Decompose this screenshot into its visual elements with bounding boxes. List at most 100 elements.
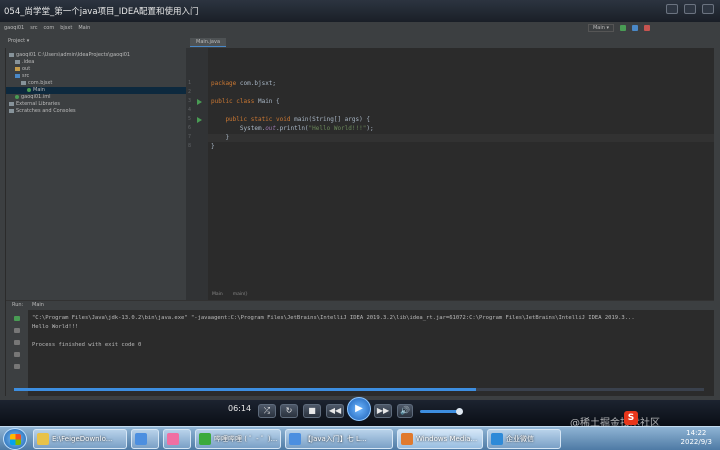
tree-item-label: Main bbox=[33, 87, 45, 93]
mute-button[interactable]: 🔊 bbox=[397, 404, 413, 418]
code-editor[interactable]: 1 2 3 4 5 6 7 8 package com.bjsxt; public class … bbox=[186, 48, 714, 300]
app-icon bbox=[135, 433, 147, 445]
code-line: } bbox=[211, 143, 215, 150]
stop-button[interactable]: ■ bbox=[303, 404, 321, 418]
settings-icon[interactable] bbox=[14, 364, 20, 369]
right-tool-strip bbox=[714, 48, 720, 398]
taskbar-item[interactable]: 哔哩哔哩 ( ゜- ゜)... bbox=[195, 429, 281, 449]
clock-date: 2022/9/3 bbox=[680, 438, 712, 446]
app-icon bbox=[401, 433, 413, 445]
debug-icon[interactable] bbox=[632, 25, 638, 31]
taskbar-item[interactable] bbox=[163, 429, 191, 449]
app-icon bbox=[491, 433, 503, 445]
volume-knob[interactable] bbox=[456, 408, 463, 415]
player-title-bar: 054_尚学堂_第一个java项目_IDEA配置和使用入门 bbox=[0, 0, 720, 22]
tree-item[interactable]: com.bjsxt bbox=[6, 80, 52, 87]
video-title: 054_尚学堂_第一个java项目_IDEA配置和使用入门 bbox=[4, 7, 199, 17]
console-line: "C:\Program Files\Java\jdk-13.0.2\bin\ja… bbox=[32, 315, 635, 321]
run-panel: Run: Main "C:\Program Files\Java\jdk-13.… bbox=[6, 300, 714, 397]
folder-icon bbox=[15, 59, 20, 64]
code-line: System.out.println("Hello World!!!"); bbox=[211, 125, 374, 132]
tree-item[interactable]: gaoqi01 C:\Users\admin\IdeaProjects\gaoq… bbox=[6, 52, 130, 59]
code-line: } bbox=[211, 134, 230, 141]
editor-breadcrumb: Main main() bbox=[212, 292, 248, 297]
tree-item[interactable]: src bbox=[6, 73, 29, 80]
tree-item-label: com.bjsxt bbox=[28, 80, 53, 86]
run-config-select[interactable]: Main ▾ bbox=[587, 24, 614, 32]
rerun-icon[interactable] bbox=[14, 316, 20, 321]
tree-item[interactable]: Main bbox=[6, 87, 186, 94]
app-icon bbox=[199, 433, 211, 445]
taskbar-item-label: 企业微信 bbox=[506, 435, 534, 443]
project-panel-header[interactable]: Project ▾ bbox=[8, 38, 29, 44]
app-icon bbox=[289, 433, 301, 445]
volume-slider[interactable] bbox=[420, 408, 463, 415]
editor-crumb-item[interactable]: Main bbox=[212, 292, 223, 297]
run-icon[interactable] bbox=[620, 25, 626, 31]
tree-item[interactable]: .idea bbox=[6, 59, 34, 66]
run-gutter-icon[interactable] bbox=[197, 117, 202, 123]
project-tree: gaoqi01 C:\Users\admin\IdeaProjects\gaoq… bbox=[6, 48, 186, 300]
console-line: Process finished with exit code 0 bbox=[32, 342, 142, 348]
taskbar-item-label: 哔哩哔哩 ( ゜- ゜)... bbox=[214, 435, 278, 443]
ime-icon[interactable]: S bbox=[624, 411, 638, 425]
app-icon bbox=[37, 433, 49, 445]
pause-icon[interactable] bbox=[14, 340, 20, 345]
tab-main-java[interactable]: Main.java bbox=[190, 38, 227, 47]
line-number: 4 bbox=[188, 107, 192, 113]
breadcrumb-item[interactable]: com bbox=[44, 25, 55, 31]
console-line: Hello World!!! bbox=[32, 324, 79, 330]
breadcrumb-item[interactable]: bjsxt bbox=[60, 25, 72, 31]
folder-icon bbox=[9, 101, 14, 106]
tree-item[interactable]: External Libraries bbox=[6, 101, 60, 108]
line-number: 8 bbox=[188, 143, 192, 149]
minimize-button[interactable] bbox=[666, 4, 678, 14]
start-button[interactable] bbox=[3, 428, 27, 450]
current-line-highlight bbox=[208, 134, 714, 142]
system-tray: 14:22 2022/9/3 bbox=[590, 427, 720, 450]
taskbar-item[interactable] bbox=[131, 429, 159, 449]
taskbar: E:\FeigeDownlo... 哔哩哔哩 ( ゜- ゜)... 【Java入门】… bbox=[0, 426, 720, 450]
run-label: Run: bbox=[12, 302, 24, 308]
taskbar-item[interactable]: Windows Media... bbox=[397, 429, 483, 449]
tree-item[interactable]: out bbox=[6, 66, 30, 73]
breadcrumb-item[interactable]: Main bbox=[78, 25, 90, 31]
tree-item[interactable]: Scratches and Consoles bbox=[6, 108, 76, 115]
previous-button[interactable]: ◀◀ bbox=[326, 404, 344, 418]
shuffle-button[interactable]: ⤮ bbox=[258, 404, 276, 418]
play-button[interactable]: ▶ bbox=[347, 397, 371, 421]
breadcrumb-item[interactable]: src bbox=[30, 25, 37, 31]
taskbar-item[interactable]: 【Java入门】七 L... bbox=[285, 429, 393, 449]
clock-time: 14:22 bbox=[686, 429, 707, 437]
line-number: 7 bbox=[188, 134, 192, 140]
tree-item-label: src bbox=[22, 73, 30, 79]
close-button[interactable] bbox=[702, 4, 714, 14]
folder-icon bbox=[15, 73, 20, 78]
run-gutter-icon[interactable] bbox=[197, 99, 202, 105]
maximize-button[interactable] bbox=[684, 4, 696, 14]
tree-item-label: External Libraries bbox=[16, 101, 60, 107]
clock[interactable]: 14:22 2022/9/3 bbox=[681, 429, 712, 447]
taskbar-item[interactable]: 企业微信 bbox=[487, 429, 561, 449]
playback-time: 06:14 bbox=[228, 404, 252, 413]
next-button[interactable]: ▶▶ bbox=[374, 404, 392, 418]
taskbar-item-label: Windows Media... bbox=[416, 435, 478, 443]
app-icon bbox=[167, 433, 179, 445]
line-gutter: 1 2 3 4 5 6 7 8 bbox=[186, 48, 208, 300]
breadcrumb-item[interactable]: gaoqi01 bbox=[4, 25, 24, 31]
line-number: 3 bbox=[188, 98, 192, 104]
class-icon bbox=[15, 94, 19, 99]
seek-bar[interactable] bbox=[14, 388, 704, 391]
stop-icon[interactable] bbox=[644, 25, 650, 31]
tree-item-label: gaoqi01 C:\Users\admin\IdeaProjects\gaoq… bbox=[16, 52, 131, 58]
code-line: public static void main(String[] args) { bbox=[211, 116, 370, 123]
stop-run-icon[interactable] bbox=[14, 328, 20, 333]
run-tab-main[interactable]: Main bbox=[32, 302, 44, 308]
folder-icon bbox=[9, 108, 14, 113]
repeat-button[interactable]: ↻ bbox=[280, 404, 298, 418]
tree-item[interactable]: gaoqi01.iml bbox=[6, 94, 50, 101]
taskbar-item-label: E:\FeigeDownlo... bbox=[52, 435, 113, 443]
dump-icon[interactable] bbox=[14, 352, 20, 357]
taskbar-item[interactable]: E:\FeigeDownlo... bbox=[33, 429, 127, 449]
editor-crumb-item[interactable]: main() bbox=[233, 292, 248, 297]
